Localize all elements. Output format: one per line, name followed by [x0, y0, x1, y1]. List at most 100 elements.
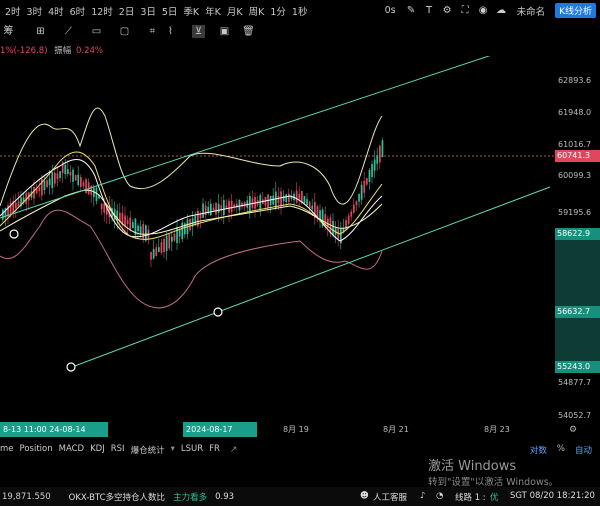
status-bar: 19,871.550 OKX-BTC多空持仓人数比 主力看多 0.93 ☻ 人工… [0, 487, 600, 506]
measure-icon[interactable]: ⌗ [146, 25, 159, 38]
timeframe-item[interactable]: 3日 [137, 4, 159, 18]
line-label[interactable]: 线路 1 : [455, 491, 486, 503]
shape-icon[interactable]: ▢ [118, 25, 131, 38]
ray-icon[interactable]: ▭ [90, 25, 103, 38]
external-icon[interactable]: ↗ [230, 445, 238, 455]
price-tick: 54052.7 [558, 411, 592, 420]
service-icon[interactable]: ☻ [360, 491, 369, 501]
candle-body [368, 169, 371, 182]
candle-body [59, 171, 61, 178]
fullscreen-icon[interactable]: ⛶ [460, 5, 471, 16]
candle-body [2, 209, 4, 220]
cloud-icon[interactable]: ☁ [496, 5, 507, 16]
magnet-icon[interactable]: ⊻ [192, 25, 205, 38]
indicator-tab[interactable]: KDJ [90, 444, 111, 456]
change-value: 1%(-126.8) [0, 46, 48, 56]
candle-body [67, 169, 69, 174]
settings-icon[interactable]: ⚙ [442, 5, 453, 16]
price-tick: 59195.6 [558, 208, 592, 217]
candle-body [139, 226, 142, 234]
customer-service[interactable]: 人工客服 [373, 491, 407, 503]
candle-body [80, 177, 82, 187]
edit-icon[interactable]: ✎ [406, 5, 417, 16]
time-selection-left: 8-13 11:00 24-08-14 14:00 [0, 422, 108, 449]
timeframe-item[interactable]: 5日 [159, 4, 181, 18]
indicator-tab[interactable]: me [0, 444, 20, 456]
candle-body [43, 180, 46, 191]
timeframe-item[interactable]: 年K [202, 4, 224, 18]
interval-seconds[interactable]: 0s [382, 5, 399, 16]
main-force-value: 0.93 [215, 491, 235, 502]
price-marker-label: 55243.0 [555, 361, 600, 373]
timeframe-item[interactable]: 2日 [116, 4, 138, 18]
axis-settings-icon[interactable]: ⚙ [569, 425, 577, 435]
candle-body [353, 204, 355, 213]
candle-body [360, 184, 363, 200]
candle-body [272, 195, 275, 205]
indicator-tab[interactable]: FR [209, 444, 226, 456]
price-axis[interactable]: 62893.661948.061016.760099.359195.658305… [555, 56, 600, 420]
indicator-tab[interactable]: LSUR [181, 444, 209, 456]
indicator-tab[interactable]: 爆仓统计 [131, 444, 171, 456]
candle-body [217, 203, 220, 213]
candle-body [269, 195, 272, 206]
notification-icon[interactable]: ♪ [420, 491, 425, 501]
clock: SGT 08/20 18:21:20 [510, 491, 595, 501]
candle-body [95, 187, 98, 201]
timeframe-item[interactable]: 6时 [67, 4, 89, 18]
channel-upper-line [0, 56, 491, 219]
lock-icon[interactable]: ▣ [218, 25, 231, 38]
text-icon[interactable]: T [424, 5, 435, 16]
kline-analysis-button[interactable]: K线分析 [555, 3, 596, 18]
timeframe-item[interactable]: 4时 [45, 4, 67, 18]
candle-body [366, 178, 368, 185]
timeframe-item[interactable]: 3时 [24, 4, 46, 18]
candle-body [46, 180, 48, 188]
upper-band [0, 107, 383, 207]
price-chart[interactable] [0, 56, 555, 420]
timeframe-item[interactable]: 1秒 [289, 4, 311, 18]
info-line: 1%(-126.8) 振幅 0.24% [0, 44, 600, 56]
line-icon[interactable]: ⟋ [62, 25, 75, 38]
delete-icon[interactable]: 🗑 [242, 25, 255, 38]
candle-body [155, 247, 158, 257]
candle-body [51, 172, 54, 189]
indicator-tab[interactable]: RSI [111, 444, 131, 456]
candle-body [285, 194, 288, 203]
timeframe-item[interactable]: 周K [246, 4, 268, 18]
pen-icon[interactable]: ⌇ [164, 25, 177, 38]
timeframe-item[interactable]: 12时 [88, 4, 116, 18]
candle-body [15, 202, 17, 209]
timeframe-item[interactable]: 1分 [267, 4, 289, 18]
crosshair-icon[interactable]: ⊞ [34, 25, 47, 38]
candle-body [298, 193, 301, 199]
brush-icon[interactable]: 筹 [2, 25, 15, 38]
dropdown-icon[interactable]: ▾ [171, 444, 181, 456]
candle-body [132, 222, 134, 229]
candle-body [38, 187, 41, 191]
candle-body [202, 203, 204, 218]
price-tick: 54877.7 [558, 378, 592, 387]
layout-name[interactable]: 未命名 [514, 4, 549, 18]
candle-body [373, 159, 376, 171]
timeframe-item[interactable]: 月K [224, 4, 246, 18]
candle-body [160, 242, 163, 253]
indicator-tab[interactable]: MACD [59, 444, 90, 456]
candle-body [295, 190, 298, 203]
price-marker-label: 56632.7 [555, 306, 600, 318]
indicator-tab[interactable]: Position [20, 444, 59, 456]
timeframe-item[interactable]: 2时 [2, 4, 24, 18]
time-selection-mid: 2024-08-17 12:00 [183, 422, 257, 449]
candle-body [17, 201, 20, 207]
candle-body [243, 202, 246, 207]
candle-body [100, 203, 103, 210]
candle-body [181, 222, 184, 240]
camera-icon[interactable]: ◉ [478, 5, 489, 16]
amplitude-label: 振幅 [54, 46, 72, 56]
candle-body [150, 252, 152, 260]
candle-body [69, 172, 72, 176]
timeframe-item[interactable]: 季K [180, 4, 202, 18]
time-axis[interactable]: 8-13 11:00 24-08-14 14:00 2024-08-17 12:… [0, 422, 600, 449]
auto-scale-toggle[interactable]: 自动 [575, 444, 592, 456]
channel-anchor-2 [213, 307, 223, 317]
